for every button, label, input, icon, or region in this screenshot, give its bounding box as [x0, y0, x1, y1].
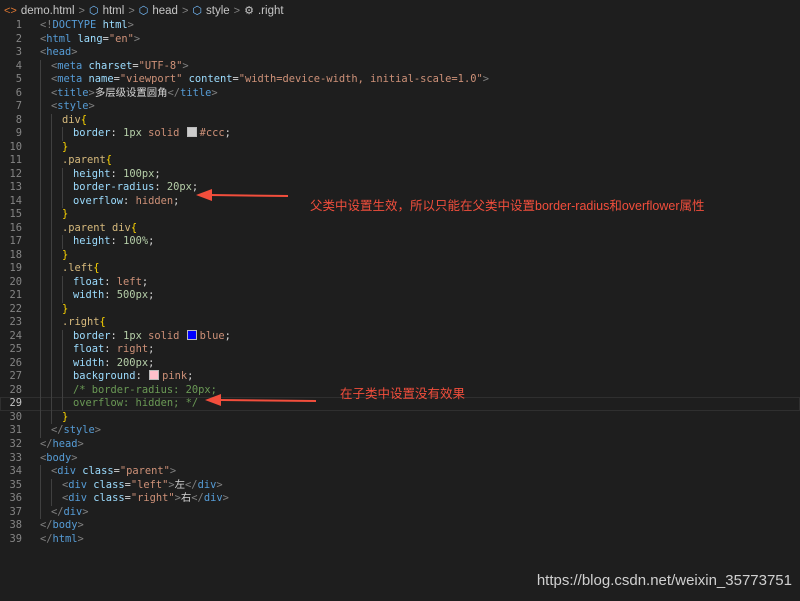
watermark: https://blog.csdn.net/weixin_35773751: [536, 572, 792, 589]
annotation-parent-note: 父类中设置生效，所以只能在父类中设置border-radius和overflow…: [310, 199, 705, 213]
arrow-parent-note: [196, 189, 289, 201]
annotation-arrows: [196, 189, 317, 406]
annotation-child-note: 在子类中设置没有效果: [340, 387, 466, 401]
arrow-child-note: [205, 394, 317, 406]
